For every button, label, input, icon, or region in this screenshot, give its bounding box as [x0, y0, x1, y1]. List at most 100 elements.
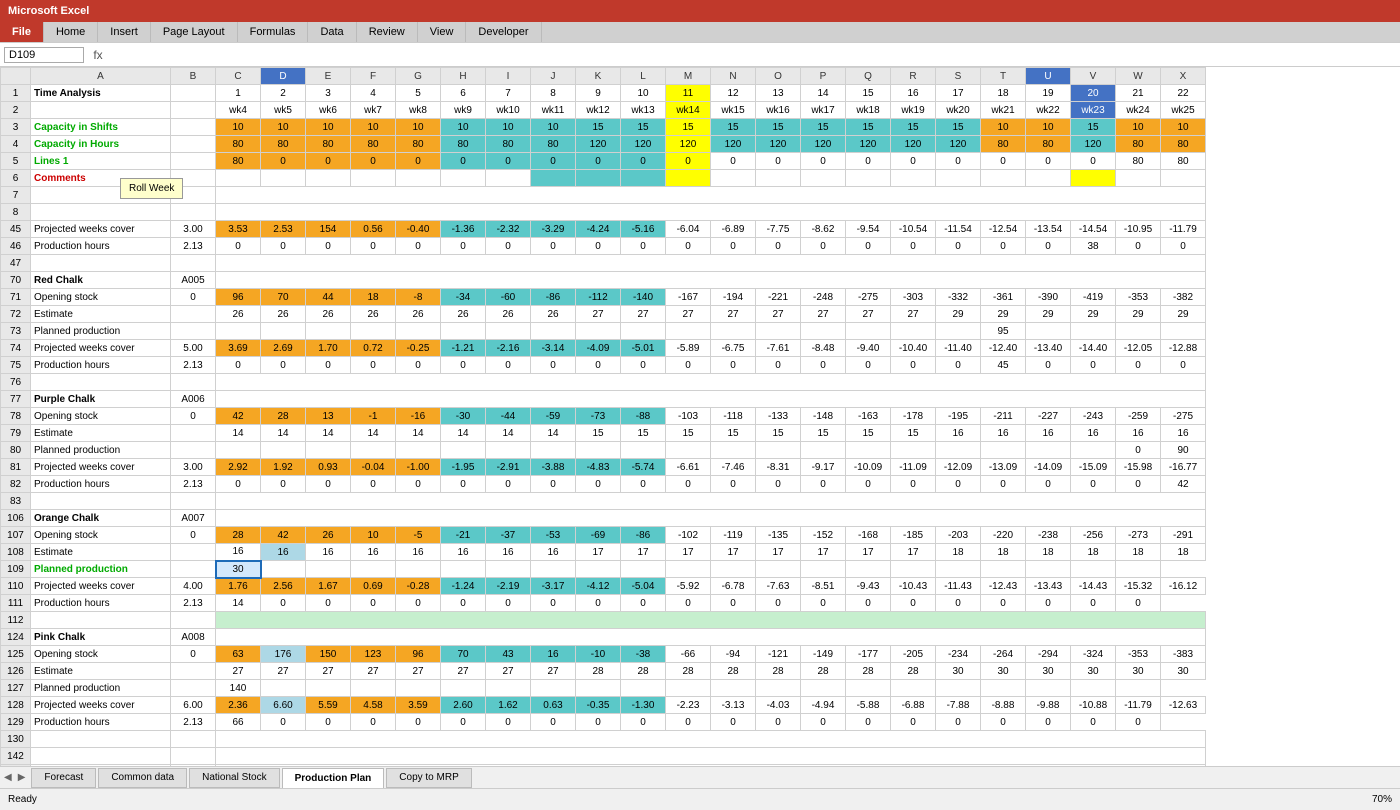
- table-row: 126 Estimate 2727 2727 2727 2727 2828 28…: [1, 663, 1206, 680]
- tab-formulas[interactable]: Formulas: [238, 22, 309, 42]
- sheet-nav-prev[interactable]: ◀: [4, 772, 12, 783]
- formula-bar: fx: [0, 43, 1400, 67]
- tab-insert[interactable]: Insert: [98, 22, 151, 42]
- table-row: 2 wk4 wk5 wk6 wk7 wk8 wk9 wk10 wk11 wk12…: [1, 102, 1206, 119]
- projected-weeks-row: 45 Projected weeks cover 3.00 3.53 2.53 …: [1, 221, 1206, 238]
- table-row: 78 Opening stock 0 42 28 13 -1 -16 -30 -…: [1, 408, 1206, 425]
- cell-a1[interactable]: Time Analysis: [31, 85, 171, 102]
- table-row: 81 Projected weeks cover 3.00 2.92 1.92 …: [1, 459, 1206, 476]
- status-ready: Ready: [8, 794, 37, 805]
- fx-icon: fx: [88, 48, 108, 62]
- col-header-c: C: [216, 68, 261, 85]
- col-header-o: O: [756, 68, 801, 85]
- table-row: 108 Estimate 16 16 1616 1616 1616 1717 1…: [1, 544, 1206, 561]
- table-row: 74 Projected weeks cover 5.00 3.69 2.69 …: [1, 340, 1206, 357]
- table-row: 128 Projected weeks cover 6.00 2.36 6.60…: [1, 697, 1206, 714]
- col-header-l: L: [621, 68, 666, 85]
- col-header-x: X: [1161, 68, 1206, 85]
- table-row: 1 Time Analysis 1 2 3 4 5 6 7 8 9 10 11 …: [1, 85, 1206, 102]
- prod-hours-row-46: 46 Production hours 2.13 0 0 0 0 0 0 0 0…: [1, 238, 1206, 255]
- capacity-hours-label[interactable]: Capacity in Hours: [31, 136, 171, 153]
- ribbon: File Home Insert Page Layout Formulas Da…: [0, 22, 1400, 43]
- sheet-tab-production-plan[interactable]: Production Plan: [282, 768, 385, 788]
- table-row: 109 Planned production 30: [1, 561, 1206, 578]
- table-row: 129 Production hours 2.13 66 00 00 00 00…: [1, 714, 1206, 731]
- orange-chalk-label: Orange Chalk: [31, 510, 171, 527]
- col-header-u: U: [1026, 68, 1071, 85]
- col-header-v: V: [1071, 68, 1116, 85]
- capacity-shifts-label[interactable]: Capacity in Shifts: [31, 119, 171, 136]
- col-header-e: E: [306, 68, 351, 85]
- cell-d109[interactable]: 30: [216, 561, 261, 578]
- col-header-n: N: [711, 68, 756, 85]
- lines-row: 5 Lines 1 80 0 0 0 0 0 0 0 0 0 0 0 0 0 0…: [1, 153, 1206, 170]
- pink-chalk-label: Pink Chalk: [31, 629, 171, 646]
- table-row: 80 Planned production 090: [1, 442, 1206, 459]
- table-row: 47: [1, 255, 1206, 272]
- name-box[interactable]: [4, 47, 84, 63]
- title-bar: Microsoft Excel: [0, 0, 1400, 22]
- col-header-i: I: [486, 68, 531, 85]
- spreadsheet-table: A B C D E F G H I J K L M N O P Q R S T …: [0, 67, 1206, 766]
- col-header-h: H: [441, 68, 486, 85]
- table-row: 127 Planned production 140: [1, 680, 1206, 697]
- lines-label[interactable]: Lines 1: [31, 153, 171, 170]
- table-row: 79 Estimate 1414 1414 1414 1414 1515 151…: [1, 425, 1206, 442]
- table-row: 130: [1, 731, 1206, 748]
- table-row: 110 Projected weeks cover 4.00 1.76 2.56…: [1, 578, 1206, 595]
- table-row: 73 Planned production 95: [1, 323, 1206, 340]
- col-header-t: T: [981, 68, 1026, 85]
- capacity-shifts-row: 3 Capacity in Shifts 10 10 10 10 10 10 1…: [1, 119, 1206, 136]
- table-row: 111 Production hours 2.13 14 00 00 00 00…: [1, 595, 1206, 612]
- sheet-tab-common-data[interactable]: Common data: [98, 768, 187, 788]
- table-row: 72 Estimate 2626 2626 2626 2626 2727 272…: [1, 306, 1206, 323]
- table-row: 142: [1, 748, 1206, 765]
- spreadsheet-container[interactable]: A B C D E F G H I J K L M N O P Q R S T …: [0, 67, 1400, 766]
- col-header-r: R: [891, 68, 936, 85]
- col-header-a: A: [31, 68, 171, 85]
- purple-chalk-header-row: 77 Purple Chalk A006: [1, 391, 1206, 408]
- col-header-q: Q: [846, 68, 891, 85]
- formula-input[interactable]: [108, 48, 1396, 62]
- sheet-tab-national-stock[interactable]: National Stock: [189, 768, 279, 788]
- ribbon-tabs: File Home Insert Page Layout Formulas Da…: [0, 22, 1400, 42]
- tab-data[interactable]: Data: [308, 22, 356, 42]
- col-header-g: G: [396, 68, 441, 85]
- tab-file[interactable]: File: [0, 22, 44, 42]
- tab-home[interactable]: Home: [44, 22, 98, 42]
- col-header-p: P: [801, 68, 846, 85]
- table-row: 83: [1, 493, 1206, 510]
- col-header-j: J: [531, 68, 576, 85]
- sheet-nav-next[interactable]: ▶: [18, 772, 26, 783]
- tab-developer[interactable]: Developer: [466, 22, 541, 42]
- red-chalk-label: Red Chalk: [31, 272, 171, 289]
- sheet-tabs-bar: ◀ ▶ Forecast Common data National Stock …: [0, 766, 1400, 788]
- table-row: 125 Opening stock 0 63 176 150 123 96 70…: [1, 646, 1206, 663]
- status-bar: Ready 70%: [0, 788, 1400, 810]
- orange-chalk-header-row: 106 Orange Chalk A007: [1, 510, 1206, 527]
- col-header-f: F: [351, 68, 396, 85]
- purple-chalk-label: Purple Chalk: [31, 391, 171, 408]
- table-row: 75 Production hours 2.13 00 00 00 00 00 …: [1, 357, 1206, 374]
- col-header-k: K: [576, 68, 621, 85]
- col-header-s: S: [936, 68, 981, 85]
- table-row: 112: [1, 612, 1206, 629]
- table-row: 8: [1, 204, 1206, 221]
- corner-cell: [1, 68, 31, 85]
- planned-prod-109-label: Planned production: [31, 561, 171, 578]
- sheet-tab-copy-to-mrp[interactable]: Copy to MRP: [386, 768, 471, 788]
- col-header-m: M: [666, 68, 711, 85]
- table-row: 76: [1, 374, 1206, 391]
- col-header-w: W: [1116, 68, 1161, 85]
- tab-page-layout[interactable]: Page Layout: [151, 22, 238, 42]
- table-row: 82 Production hours 2.13 00 00 00 00 00 …: [1, 476, 1206, 493]
- col-header-b: B: [171, 68, 216, 85]
- app-title: Microsoft Excel: [8, 5, 89, 17]
- table-row: 71 Opening stock 0 96 70 44 18 -8 -34 -6…: [1, 289, 1206, 306]
- tab-review[interactable]: Review: [357, 22, 418, 42]
- sheet-tab-forecast[interactable]: Forecast: [31, 768, 96, 788]
- col-header-d[interactable]: D: [261, 68, 306, 85]
- proj-weeks-label-45: Projected weeks cover: [31, 221, 171, 238]
- tab-view[interactable]: View: [418, 22, 467, 42]
- roll-week-popup[interactable]: Roll Week: [120, 178, 183, 199]
